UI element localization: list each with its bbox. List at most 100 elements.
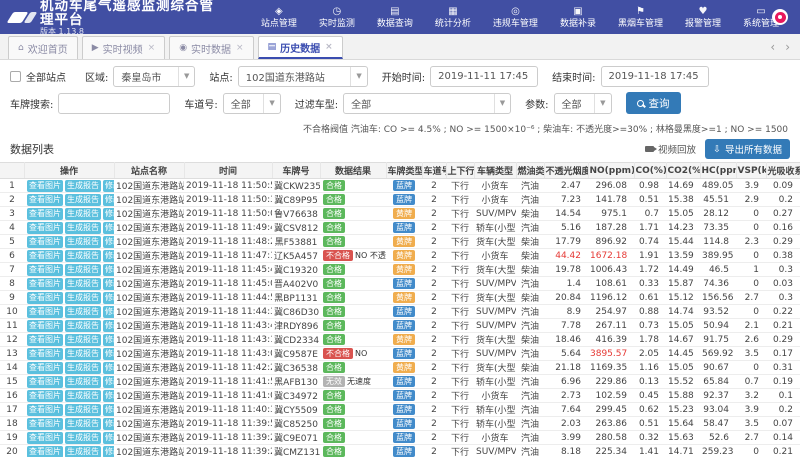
op-button-修改车牌[interactable]: 修改车牌 xyxy=(103,236,114,248)
cell-vtype: 小货车 xyxy=(474,389,516,403)
end-time-input[interactable] xyxy=(601,66,709,87)
op-button-修改车牌[interactable]: 修改车牌 xyxy=(103,278,114,290)
cell-op: 查看图片生成报告修改车牌 xyxy=(24,361,114,375)
close-icon[interactable]: × xyxy=(325,42,333,52)
cell-co2: 14.49 xyxy=(666,263,700,277)
close-icon[interactable]: × xyxy=(236,43,244,53)
op-button-查看图片[interactable]: 查看图片 xyxy=(27,432,63,444)
nav-item-报警管理[interactable]: ♥报警管理 xyxy=(674,6,732,29)
vehicle-type-select[interactable]: 全部▼ xyxy=(343,93,511,114)
op-button-修改车牌[interactable]: 修改车牌 xyxy=(103,250,114,262)
region-select[interactable]: 秦皇岛市▼ xyxy=(113,66,195,87)
op-button-查看图片[interactable]: 查看图片 xyxy=(27,236,63,248)
op-button-查看图片[interactable]: 查看图片 xyxy=(27,446,63,457)
op-button-修改车牌[interactable]: 修改车牌 xyxy=(103,208,114,220)
op-button-查看图片[interactable]: 查看图片 xyxy=(27,376,63,388)
op-button-修改车牌[interactable]: 修改车牌 xyxy=(103,446,114,457)
tab-实时视频[interactable]: ▶实时视频× xyxy=(82,36,165,59)
op-button-查看图片[interactable]: 查看图片 xyxy=(27,180,63,192)
op-button-修改车牌[interactable]: 修改车牌 xyxy=(103,390,114,402)
op-button-查看图片[interactable]: 查看图片 xyxy=(27,278,63,290)
op-button-查看图片[interactable]: 查看图片 xyxy=(27,334,63,346)
location-pin-icon[interactable] xyxy=(772,9,788,25)
op-button-查看图片[interactable]: 查看图片 xyxy=(27,320,63,332)
tab-历史数据[interactable]: ▤历史数据× xyxy=(258,36,343,59)
nav-item-数据补录[interactable]: ▣数据补录 xyxy=(549,6,607,29)
op-button-查看图片[interactable]: 查看图片 xyxy=(27,390,63,402)
cell-smoke: 17.79 xyxy=(544,235,588,249)
op-button-修改车牌[interactable]: 修改车牌 xyxy=(103,418,114,430)
nav-item-实时监测[interactable]: ◷实时监测 xyxy=(308,6,366,29)
column-header: 上下行 xyxy=(446,163,474,179)
op-button-修改车牌[interactable]: 修改车牌 xyxy=(103,404,114,416)
op-button-修改车牌[interactable]: 修改车牌 xyxy=(103,432,114,444)
op-button-修改车牌[interactable]: 修改车牌 xyxy=(103,222,114,234)
tab-scroll-left-icon[interactable]: ‹ xyxy=(770,41,775,53)
all-sites-checkbox[interactable] xyxy=(10,71,21,82)
op-button-生成报告[interactable]: 生成报告 xyxy=(65,306,101,318)
op-button-生成报告[interactable]: 生成报告 xyxy=(65,404,101,416)
op-button-修改车牌[interactable]: 修改车牌 xyxy=(103,320,114,332)
nav-item-数据查询[interactable]: ▤数据查询 xyxy=(366,6,424,29)
op-button-查看图片[interactable]: 查看图片 xyxy=(27,362,63,374)
tab-scroll-right-icon[interactable]: › xyxy=(785,41,790,53)
op-button-修改车牌[interactable]: 修改车牌 xyxy=(103,348,114,360)
op-button-生成报告[interactable]: 生成报告 xyxy=(65,334,101,346)
op-button-生成报告[interactable]: 生成报告 xyxy=(65,432,101,444)
cell-lane: 2 xyxy=(422,221,446,235)
op-button-生成报告[interactable]: 生成报告 xyxy=(65,222,101,234)
op-button-生成报告[interactable]: 生成报告 xyxy=(65,236,101,248)
station-select[interactable]: 102国道东港路站▼ xyxy=(238,66,368,87)
op-button-查看图片[interactable]: 查看图片 xyxy=(27,222,63,234)
close-icon[interactable]: × xyxy=(148,43,156,53)
result-badge: 合格 xyxy=(323,432,345,443)
op-button-查看图片[interactable]: 查看图片 xyxy=(27,306,63,318)
nav-item-黑烟车管理[interactable]: ⚑黑烟车管理 xyxy=(607,6,674,29)
op-button-生成报告[interactable]: 生成报告 xyxy=(65,390,101,402)
param-select[interactable]: 全部▼ xyxy=(554,93,612,114)
op-button-修改车牌[interactable]: 修改车牌 xyxy=(103,180,114,192)
plate-search-input[interactable] xyxy=(58,93,170,114)
lane-select[interactable]: 全部▼ xyxy=(223,93,281,114)
op-button-生成报告[interactable]: 生成报告 xyxy=(65,278,101,290)
op-button-生成报告[interactable]: 生成报告 xyxy=(65,418,101,430)
nav-item-违规车管理[interactable]: ◎违规车管理 xyxy=(482,6,549,29)
op-button-修改车牌[interactable]: 修改车牌 xyxy=(103,306,114,318)
op-button-修改车牌[interactable]: 修改车牌 xyxy=(103,362,114,374)
op-button-查看图片[interactable]: 查看图片 xyxy=(27,348,63,360)
op-button-查看图片[interactable]: 查看图片 xyxy=(27,194,63,206)
op-button-修改车牌[interactable]: 修改车牌 xyxy=(103,292,114,304)
op-button-生成报告[interactable]: 生成报告 xyxy=(65,208,101,220)
op-button-生成报告[interactable]: 生成报告 xyxy=(65,250,101,262)
op-button-修改车牌[interactable]: 修改车牌 xyxy=(103,376,114,388)
op-button-修改车牌[interactable]: 修改车牌 xyxy=(103,264,114,276)
op-button-查看图片[interactable]: 查看图片 xyxy=(27,292,63,304)
op-button-查看图片[interactable]: 查看图片 xyxy=(27,250,63,262)
op-button-生成报告[interactable]: 生成报告 xyxy=(65,180,101,192)
op-button-查看图片[interactable]: 查看图片 xyxy=(27,264,63,276)
export-all-button[interactable]: ⇩ 导出所有数据 xyxy=(705,139,790,159)
op-button-生成报告[interactable]: 生成报告 xyxy=(65,292,101,304)
op-button-查看图片[interactable]: 查看图片 xyxy=(27,418,63,430)
op-button-查看图片[interactable]: 查看图片 xyxy=(27,208,63,220)
video-playback-button[interactable]: 视频回放 xyxy=(645,142,696,156)
op-button-修改车牌[interactable]: 修改车牌 xyxy=(103,194,114,206)
cell-time: 2019-11-18 11:44:54 xyxy=(184,291,272,305)
op-button-生成报告[interactable]: 生成报告 xyxy=(65,194,101,206)
op-button-查看图片[interactable]: 查看图片 xyxy=(27,404,63,416)
op-button-生成报告[interactable]: 生成报告 xyxy=(65,348,101,360)
tab-欢迎首页[interactable]: ⌂欢迎首页 xyxy=(8,36,78,59)
op-button-生成报告[interactable]: 生成报告 xyxy=(65,446,101,457)
op-button-生成报告[interactable]: 生成报告 xyxy=(65,320,101,332)
op-button-修改车牌[interactable]: 修改车牌 xyxy=(103,334,114,346)
cell-time: 2019-11-18 11:45:08 xyxy=(184,277,272,291)
nav-item-站点管理[interactable]: ◈站点管理 xyxy=(250,6,308,29)
start-time-input[interactable] xyxy=(430,66,538,87)
search-button[interactable]: 查询 xyxy=(626,92,681,114)
cell-ptype: 蓝牌 xyxy=(386,417,422,431)
op-button-生成报告[interactable]: 生成报告 xyxy=(65,362,101,374)
op-button-生成报告[interactable]: 生成报告 xyxy=(65,376,101,388)
tab-实时数据[interactable]: ◉实时数据× xyxy=(169,36,253,59)
nav-item-统计分析[interactable]: ▦统计分析 xyxy=(424,6,482,29)
op-button-生成报告[interactable]: 生成报告 xyxy=(65,264,101,276)
